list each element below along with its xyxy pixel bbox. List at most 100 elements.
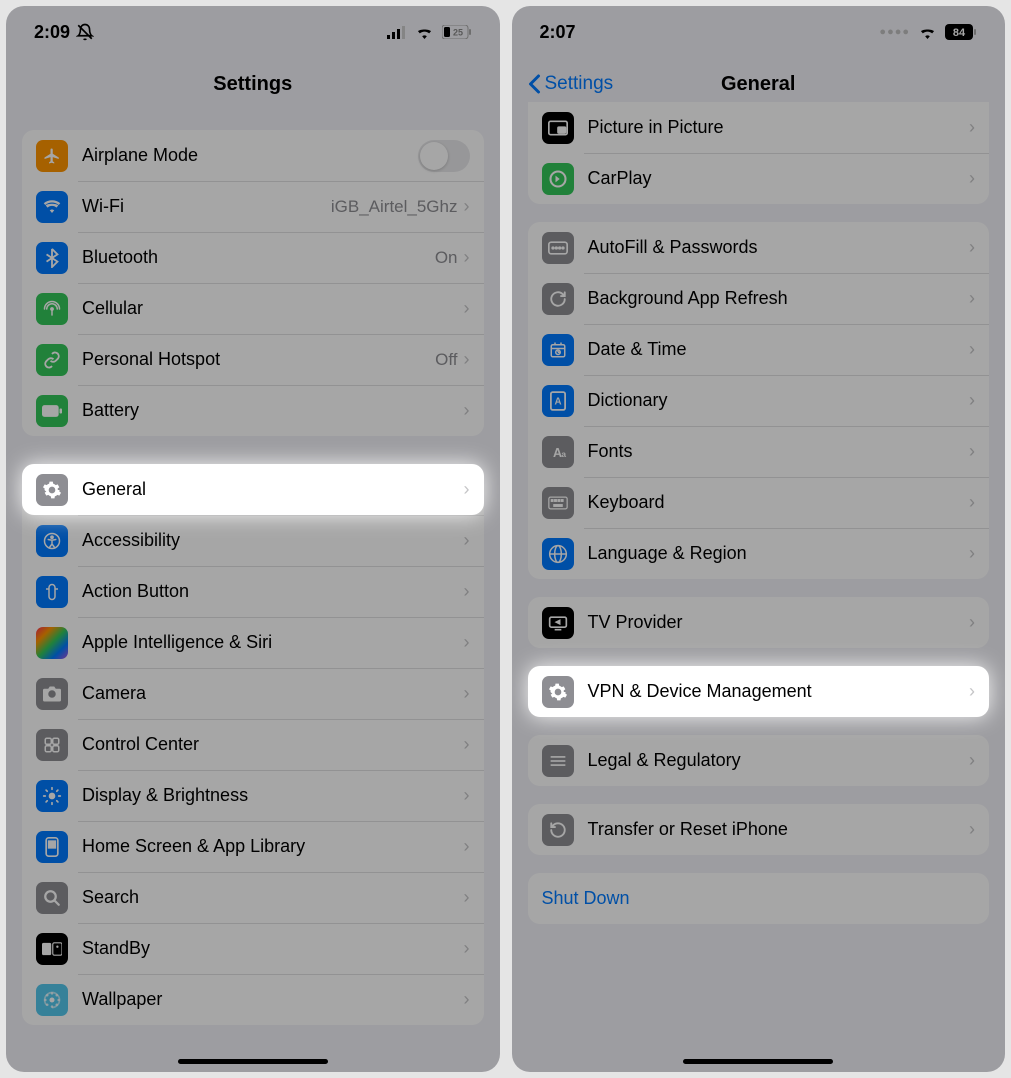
row-value: iGB_Airtel_5Ghz xyxy=(331,197,458,217)
nav-bar: Settings xyxy=(6,58,500,110)
row-label: TV Provider xyxy=(588,612,970,633)
settings-row-airplane-mode[interactable]: Airplane Mode xyxy=(22,130,484,181)
row-label: Keyboard xyxy=(588,492,970,513)
sun-icon xyxy=(36,780,68,812)
settings-row-dictionary[interactable]: ADictionary› xyxy=(528,375,990,426)
settings-row-apple-intelligence-siri[interactable]: Apple Intelligence & Siri› xyxy=(22,617,484,668)
settings-row-legal-regulatory[interactable]: Legal & Regulatory› xyxy=(528,735,990,786)
refresh-icon xyxy=(542,283,574,315)
toggle-switch[interactable] xyxy=(418,140,470,172)
settings-row-shut-down[interactable]: Shut Down xyxy=(528,873,990,924)
settings-row-accessibility[interactable]: Accessibility› xyxy=(22,515,484,566)
dict-icon: A xyxy=(542,385,574,417)
chevron-right-icon: › xyxy=(464,349,470,370)
status-time: 2:09 xyxy=(34,22,70,43)
row-label: Transfer or Reset iPhone xyxy=(588,819,970,840)
chevron-right-icon: › xyxy=(969,339,975,360)
row-label: Background App Refresh xyxy=(588,288,970,309)
pip-icon xyxy=(542,112,574,144)
settings-row-wallpaper[interactable]: Wallpaper› xyxy=(22,974,484,1025)
tv-icon xyxy=(542,607,574,639)
chevron-right-icon: › xyxy=(969,612,975,633)
row-label: Camera xyxy=(82,683,464,704)
row-label: Shut Down xyxy=(542,888,976,909)
wifi-icon xyxy=(415,25,434,39)
settings-row-personal-hotspot[interactable]: Personal HotspotOff› xyxy=(22,334,484,385)
settings-row-cellular[interactable]: Cellular› xyxy=(22,283,484,334)
row-label: Bluetooth xyxy=(82,247,435,268)
back-button[interactable]: Settings xyxy=(528,73,614,95)
row-label: Legal & Regulatory xyxy=(588,750,970,771)
keyboard-icon xyxy=(542,487,574,519)
link-icon xyxy=(36,344,68,376)
search-icon xyxy=(36,882,68,914)
status-bar: 2:09 25 xyxy=(6,6,500,58)
bell-slash-icon xyxy=(76,23,94,41)
status-time: 2:07 xyxy=(540,22,576,43)
settings-row-date-time[interactable]: Date & Time› xyxy=(528,324,990,375)
chevron-right-icon: › xyxy=(969,441,975,462)
clock-icon xyxy=(542,334,574,366)
cc-icon xyxy=(36,729,68,761)
chevron-right-icon: › xyxy=(464,400,470,421)
settings-row-tv-provider[interactable]: TV Provider› xyxy=(528,597,990,648)
battery-icon xyxy=(36,395,68,427)
page-title: Settings xyxy=(213,73,292,96)
settings-row-display-brightness[interactable]: Display & Brightness› xyxy=(22,770,484,821)
settings-row-control-center[interactable]: Control Center› xyxy=(22,719,484,770)
settings-row-camera[interactable]: Camera› xyxy=(22,668,484,719)
settings-row-vpn-device-management-highlighted[interactable]: VPN & Device Management› xyxy=(528,666,990,717)
row-label: Fonts xyxy=(588,441,970,462)
gear-icon xyxy=(36,474,68,506)
back-label: Settings xyxy=(545,73,614,95)
chevron-right-icon: › xyxy=(464,298,470,319)
home-indicator[interactable] xyxy=(178,1059,328,1064)
apps-icon xyxy=(36,831,68,863)
settings-list[interactable]: Airplane ModeWi-FiiGB_Airtel_5Ghz›Blueto… xyxy=(6,110,500,1025)
row-label: CarPlay xyxy=(588,168,970,189)
status-bar: 2:07 ●●●● 84 xyxy=(512,6,1006,58)
settings-row-picture-in-picture[interactable]: Picture in Picture› xyxy=(528,102,990,153)
wallpaper-icon xyxy=(36,984,68,1016)
row-label: Accessibility xyxy=(82,530,464,551)
settings-row-action-button[interactable]: Action Button› xyxy=(22,566,484,617)
antenna-icon xyxy=(36,293,68,325)
settings-row-battery[interactable]: Battery› xyxy=(22,385,484,436)
settings-row-general-highlighted[interactable]: General› xyxy=(22,464,484,515)
chevron-right-icon: › xyxy=(969,492,975,513)
page-title: General xyxy=(721,73,795,96)
settings-row-standby[interactable]: StandBy› xyxy=(22,923,484,974)
row-label: Display & Brightness xyxy=(82,785,464,806)
settings-row-search[interactable]: Search› xyxy=(22,872,484,923)
settings-row-background-app-refresh[interactable]: Background App Refresh› xyxy=(528,273,990,324)
phone-screenshot-settings: 2:09 25 Settings Airplane Mode Wi-FiiGB_A… xyxy=(6,6,500,1072)
chevron-right-icon: › xyxy=(969,288,975,309)
settings-row-home-screen-app-library[interactable]: Home Screen & App Library› xyxy=(22,821,484,872)
chevron-right-icon: › xyxy=(969,750,975,771)
chevron-right-icon: › xyxy=(969,819,975,840)
settings-row-transfer-or-reset-iphone[interactable]: Transfer or Reset iPhone› xyxy=(528,804,990,855)
settings-row-fonts[interactable]: AaFonts› xyxy=(528,426,990,477)
row-label: Picture in Picture xyxy=(588,117,970,138)
settings-row-wi-fi[interactable]: Wi-FiiGB_Airtel_5Ghz› xyxy=(22,181,484,232)
wifi-icon xyxy=(36,191,68,223)
settings-row-autofill-passwords[interactable]: AutoFill & Passwords› xyxy=(528,222,990,273)
chevron-right-icon: › xyxy=(464,581,470,602)
settings-row-bluetooth[interactable]: BluetoothOn› xyxy=(22,232,484,283)
row-label: Airplane Mode xyxy=(82,145,418,166)
action-icon xyxy=(36,576,68,608)
row-label: Dictionary xyxy=(588,390,970,411)
bluetooth-icon xyxy=(36,242,68,274)
settings-row-language-region[interactable]: Language & Region› xyxy=(528,528,990,579)
chevron-right-icon: › xyxy=(464,938,470,959)
row-label: Action Button xyxy=(82,581,464,602)
row-label: Wi-Fi xyxy=(82,196,331,217)
svg-text:84: 84 xyxy=(953,27,966,39)
general-list[interactable]: Picture in Picture›CarPlay›AutoFill & Pa… xyxy=(512,102,1006,924)
row-label: VPN & Device Management xyxy=(588,681,970,702)
chevron-right-icon: › xyxy=(464,785,470,806)
home-indicator[interactable] xyxy=(683,1059,833,1064)
settings-row-keyboard[interactable]: Keyboard› xyxy=(528,477,990,528)
settings-row-carplay[interactable]: CarPlay› xyxy=(528,153,990,204)
camera-icon xyxy=(36,678,68,710)
